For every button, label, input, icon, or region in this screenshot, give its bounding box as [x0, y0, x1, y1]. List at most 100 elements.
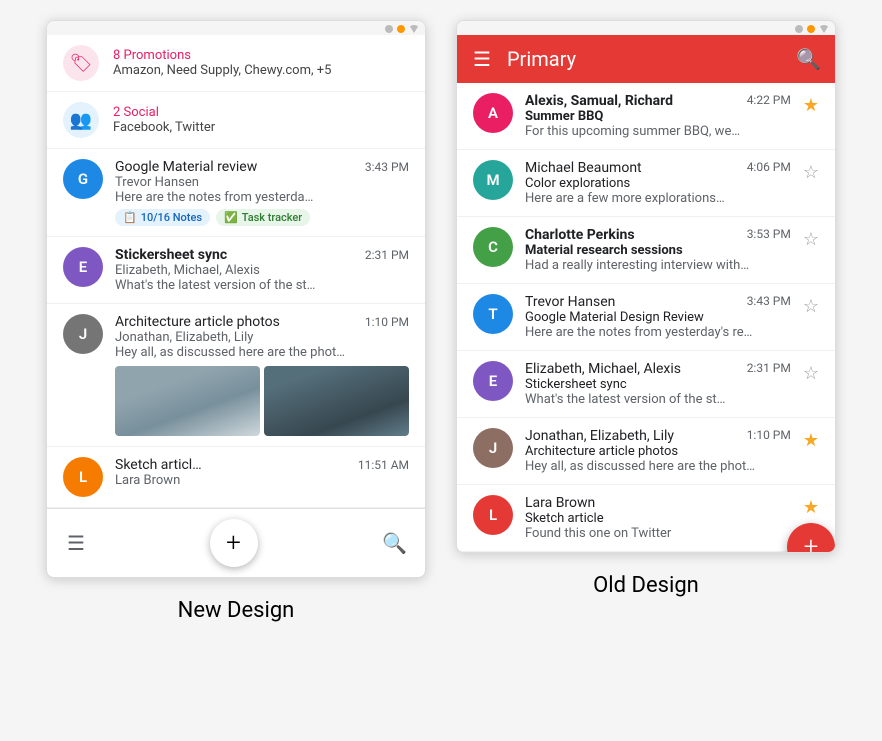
old-email-content-4: Elizabeth, Michael, Alexis 2:31 PM Stick… [525, 361, 791, 407]
email-sender-0: Google Material review [115, 159, 257, 175]
new-design-bottom-bar: ☰ + 🔍 [47, 508, 426, 577]
star-icon-3[interactable]: ☆ [803, 296, 819, 317]
email-preview-body-1: What's the latest version of the st… [115, 278, 409, 293]
dot-square-old [795, 25, 803, 33]
star-icon-2[interactable]: ☆ [803, 229, 819, 250]
old-avatar-2: C [473, 227, 513, 267]
building-image-1 [115, 366, 260, 436]
old-avatar-6: L [473, 495, 513, 535]
old-email-time-2: 3:53 PM [747, 227, 791, 241]
fab-plus-icon: + [226, 530, 241, 556]
email-time-2: 1:10 PM [365, 315, 409, 329]
old-email-header-6: Lara Brown [525, 495, 791, 511]
old-email-content-6: Lara Brown Sketch article Found this one… [525, 495, 791, 541]
old-design-column: ☰ Primary 🔍 A Alexis, Samual, Richard 4:… [456, 20, 836, 598]
old-email-time-3: 3:43 PM [747, 294, 791, 308]
email-header-3: Sketch articl… 11:51 AM [115, 457, 409, 473]
email-preview-body-2: Hey all, as discussed here are the phot… [115, 345, 409, 360]
social-name: 2 Social [113, 105, 215, 120]
email-content-1: Stickersheet sync 2:31 PM Elizabeth, Mic… [115, 247, 409, 293]
old-email-sender-6: Lara Brown [525, 495, 595, 511]
dot-orange-old [807, 25, 815, 33]
email-preview-body-0: Here are the notes from yesterda… [115, 190, 409, 205]
new-design-column: 🏷 8 Promotions Amazon, Need Supply, Chew… [46, 20, 426, 623]
window-dots-old [457, 21, 835, 35]
email-preview-name-0: Trevor Hansen [115, 175, 409, 190]
header-title-old: Primary [507, 47, 780, 71]
search-icon-old[interactable]: 🔍 [796, 47, 821, 71]
new-email-item-0[interactable]: G Google Material review 3:43 PM Trevor … [47, 149, 425, 237]
old-email-sender-1: Michael Beaumont [525, 160, 642, 176]
old-email-preview-4: What's the latest version of the st… [525, 392, 791, 407]
email-sender-1: Stickersheet sync [115, 247, 227, 263]
old-avatar-0: A [473, 93, 513, 133]
old-email-item-6[interactable]: L Lara Brown Sketch article Found this o… [457, 485, 835, 552]
email-time-0: 3:43 PM [365, 160, 409, 174]
old-email-header-3: Trevor Hansen 3:43 PM [525, 294, 791, 310]
old-email-item-1[interactable]: M Michael Beaumont 4:06 PM Color explora… [457, 150, 835, 217]
old-email-subject-4: Stickersheet sync [525, 377, 791, 392]
old-email-subject-3: Google Material Design Review [525, 310, 791, 325]
promotions-info: 8 Promotions Amazon, Need Supply, Chewy.… [113, 48, 331, 78]
dot-down [409, 25, 419, 33]
old-email-preview-2: Had a really interesting interview with… [525, 258, 791, 273]
email-time-1: 2:31 PM [365, 248, 409, 262]
new-email-item-2[interactable]: J Architecture article photos 1:10 PM Jo… [47, 304, 425, 447]
old-avatar-5: J [473, 428, 513, 468]
old-email-item-3[interactable]: T Trevor Hansen 3:43 PM Google Material … [457, 284, 835, 351]
old-email-item-0[interactable]: A Alexis, Samual, Richard 4:22 PM Summer… [457, 83, 835, 150]
promotions-category-row[interactable]: 🏷 8 Promotions Amazon, Need Supply, Chew… [47, 35, 425, 92]
avatar-3: L [63, 457, 103, 497]
old-email-header-4: Elizabeth, Michael, Alexis 2:31 PM [525, 361, 791, 377]
star-icon-1[interactable]: ☆ [803, 162, 819, 183]
email-content-3: Sketch articl… 11:51 AM Lara Brown [115, 457, 409, 488]
old-email-preview-1: Here are a few more explorations… [525, 191, 791, 206]
old-email-header-2: Charlotte Perkins 3:53 PM [525, 227, 791, 243]
old-email-content-2: Charlotte Perkins 3:53 PM Material resea… [525, 227, 791, 273]
star-icon-0[interactable]: ★ [803, 95, 819, 116]
star-icon-4[interactable]: ☆ [803, 363, 819, 384]
old-email-sender-2: Charlotte Perkins [525, 227, 635, 243]
new-design-fab[interactable]: + [210, 519, 258, 567]
new-email-item-3[interactable]: L Sketch articl… 11:51 AM Lara Brown [47, 447, 425, 508]
old-design-email-list: A Alexis, Samual, Richard 4:22 PM Summer… [457, 83, 835, 552]
old-email-preview-0: For this upcoming summer BBQ, we… [525, 124, 791, 139]
old-email-item-4[interactable]: E Elizabeth, Michael, Alexis 2:31 PM Sti… [457, 351, 835, 418]
email-preview-name-2: Jonathan, Elizabeth, Lily [115, 330, 409, 345]
search-icon-bottom[interactable]: 🔍 [382, 531, 407, 555]
old-email-subject-1: Color explorations [525, 176, 791, 191]
email-header-0: Google Material review 3:43 PM [115, 159, 409, 175]
avatar-0: G [63, 159, 103, 199]
email-preview-name-1: Elizabeth, Michael, Alexis [115, 263, 409, 278]
social-category-row[interactable]: 👥 2 Social Facebook, Twitter [47, 92, 425, 149]
star-icon-5[interactable]: ★ [803, 430, 819, 451]
menu-icon-bottom[interactable]: ☰ [67, 531, 85, 555]
email-sender-2: Architecture article photos [115, 314, 280, 330]
old-design-header: ☰ Primary 🔍 [457, 35, 836, 83]
old-email-subject-0: Summer BBQ [525, 109, 791, 124]
old-email-preview-5: Hey all, as discussed here are the phot… [525, 459, 791, 474]
promotions-icon: 🏷 [63, 45, 99, 81]
old-email-time-0: 4:22 PM [747, 93, 791, 107]
old-email-item-5[interactable]: J Jonathan, Elizabeth, Lily 1:10 PM Arch… [457, 418, 835, 485]
old-design-fab[interactable]: + [787, 523, 835, 553]
menu-icon-old[interactable]: ☰ [473, 47, 491, 71]
promotions-name: 8 Promotions [113, 48, 331, 63]
old-email-sender-4: Elizabeth, Michael, Alexis [525, 361, 681, 377]
star-icon-6[interactable]: ★ [803, 497, 819, 518]
email-header-2: Architecture article photos 1:10 PM [115, 314, 409, 330]
dot-square [385, 25, 393, 33]
new-design-email-list: 🏷 8 Promotions Amazon, Need Supply, Chew… [47, 35, 425, 508]
old-email-item-2[interactable]: C Charlotte Perkins 3:53 PM Material res… [457, 217, 835, 284]
old-email-sender-5: Jonathan, Elizabeth, Lily [525, 428, 674, 444]
old-email-time-4: 2:31 PM [747, 361, 791, 375]
new-email-item-1[interactable]: E Stickersheet sync 2:31 PM Elizabeth, M… [47, 237, 425, 304]
chip-task: ✅ Task tracker [216, 209, 310, 226]
social-icon: 👥 [63, 102, 99, 138]
old-email-content-1: Michael Beaumont 4:06 PM Color explorati… [525, 160, 791, 206]
social-info: 2 Social Facebook, Twitter [113, 105, 215, 135]
promotions-senders: Amazon, Need Supply, Chewy.com, +5 [113, 63, 331, 78]
email-header-1: Stickersheet sync 2:31 PM [115, 247, 409, 263]
email-chips-0: 📋 10/16 Notes ✅ Task tracker [115, 209, 409, 226]
old-avatar-3: T [473, 294, 513, 334]
